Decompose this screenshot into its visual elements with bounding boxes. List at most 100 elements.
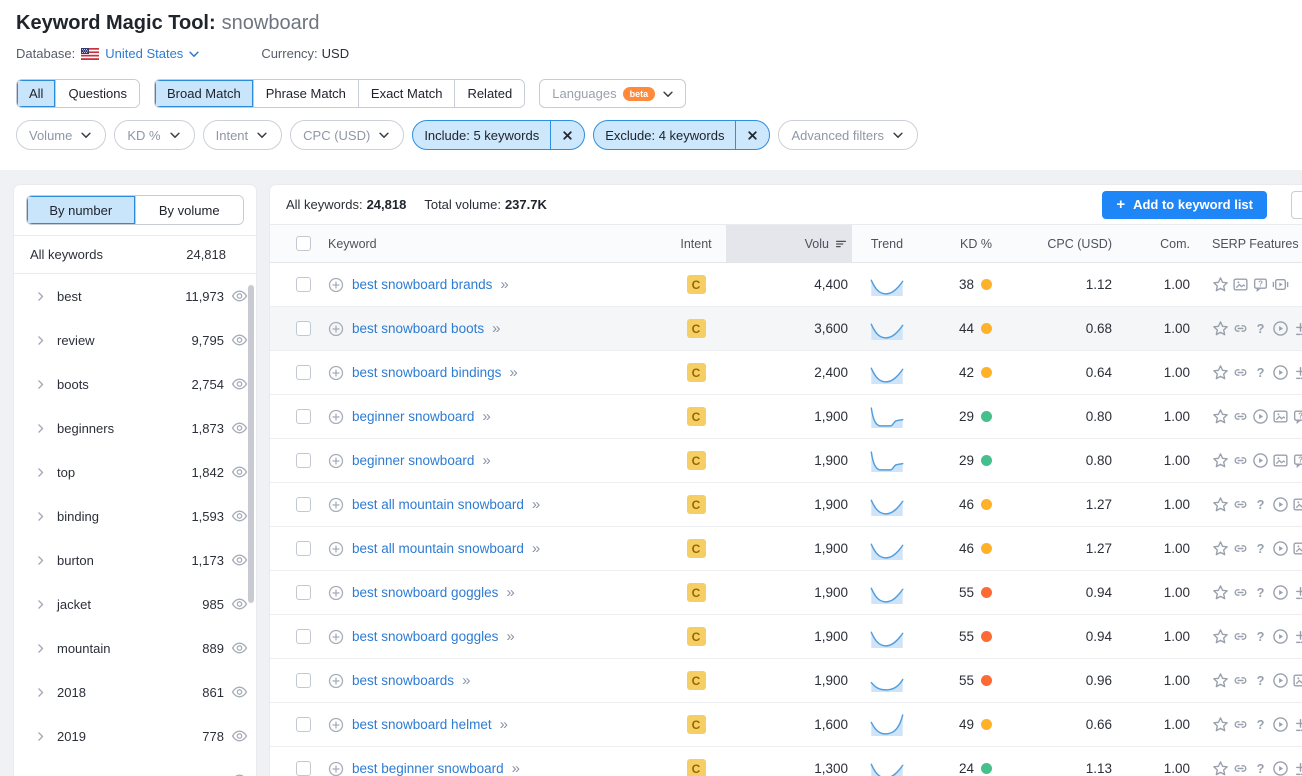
keyword-link[interactable]: best snowboard goggles [352, 585, 498, 600]
open-keyword-icon[interactable]: » [492, 321, 500, 336]
preview-eye-icon[interactable] [231, 684, 248, 700]
export-button-partial[interactable]: ⤓ [1291, 191, 1302, 219]
tab-broad-match[interactable]: Broad Match [155, 80, 254, 107]
add-keyword-icon[interactable] [328, 585, 344, 601]
keyword-link[interactable]: best snowboards [352, 673, 454, 688]
keyword-link[interactable]: beginner snowboard [352, 409, 474, 424]
languages-dropdown[interactable]: Languages beta [539, 79, 686, 108]
chevron-right-icon[interactable] [34, 686, 47, 699]
sidebar-scrollbar[interactable] [248, 285, 254, 603]
add-keyword-icon[interactable] [328, 497, 344, 513]
open-keyword-icon[interactable]: » [462, 673, 470, 688]
chevron-right-icon[interactable] [34, 422, 47, 435]
table-row[interactable]: best all mountain snowboard»C1,900461.27… [270, 483, 1302, 527]
preview-eye-icon[interactable] [231, 596, 248, 612]
column-header-keyword[interactable]: Keyword [328, 237, 377, 251]
sidebar-group-2018[interactable]: 2018861 [14, 670, 256, 714]
row-checkbox[interactable] [296, 541, 311, 556]
preview-eye-icon[interactable] [231, 640, 248, 656]
tab-all[interactable]: All [17, 80, 56, 107]
row-checkbox[interactable] [296, 673, 311, 688]
open-keyword-icon[interactable]: » [482, 453, 490, 468]
sidebar-group-burton[interactable]: burton1,173 [14, 538, 256, 582]
preview-eye-icon[interactable] [231, 376, 248, 392]
database-selector[interactable]: United States [105, 46, 201, 61]
tab-exact-match[interactable]: Exact Match [359, 80, 456, 107]
table-row[interactable]: best snowboard helmet»C1,600490.661.00 [270, 703, 1302, 747]
include-filter-remove-button[interactable] [550, 121, 584, 149]
row-checkbox[interactable] [296, 409, 311, 424]
open-keyword-icon[interactable]: » [500, 717, 508, 732]
table-row[interactable]: beginner snowboard»C1,900290.801.00 [270, 395, 1302, 439]
row-checkbox[interactable] [296, 321, 311, 336]
open-keyword-icon[interactable]: » [532, 541, 540, 556]
chevron-right-icon[interactable] [34, 598, 47, 611]
open-keyword-icon[interactable]: » [506, 585, 514, 600]
add-keyword-icon[interactable] [328, 629, 344, 645]
tab-phrase-match[interactable]: Phrase Match [254, 80, 359, 107]
open-keyword-icon[interactable]: » [509, 365, 517, 380]
table-row[interactable]: best snowboard bindings»C2,400420.641.00 [270, 351, 1302, 395]
exclude-filter-chip[interactable]: Exclude: 4 keywords [593, 120, 770, 150]
sidebar-group-best[interactable]: best11,973 [14, 274, 256, 318]
filter-dropdown-kd-[interactable]: KD % [114, 120, 194, 150]
row-checkbox[interactable] [296, 761, 311, 776]
keyword-link[interactable]: beginner snowboard [352, 453, 474, 468]
preview-eye-icon[interactable] [231, 508, 248, 524]
row-checkbox[interactable] [296, 453, 311, 468]
all-keywords-row[interactable]: All keywords 24,818 [14, 235, 256, 274]
add-keyword-icon[interactable] [328, 453, 344, 469]
add-to-keyword-list-button[interactable]: + Add to keyword list [1102, 191, 1267, 219]
row-checkbox[interactable] [296, 277, 311, 292]
table-row[interactable]: best snowboard brands»C4,400381.121.00 [270, 263, 1302, 307]
preview-eye-icon[interactable] [231, 288, 248, 304]
row-checkbox[interactable] [296, 629, 311, 644]
table-row[interactable]: best snowboards»C1,900550.961.00 [270, 659, 1302, 703]
sort-by-volume-button[interactable]: By volume [136, 196, 244, 224]
chevron-right-icon[interactable] [34, 466, 47, 479]
sidebar-group-2019[interactable]: 2019778 [14, 714, 256, 758]
table-row[interactable]: best snowboard goggles»C1,900550.941.00 [270, 615, 1302, 659]
open-keyword-icon[interactable]: » [512, 761, 520, 776]
row-checkbox[interactable] [296, 365, 311, 380]
tab-questions[interactable]: Questions [56, 80, 139, 107]
filter-dropdown-intent[interactable]: Intent [203, 120, 283, 150]
exclude-filter-remove-button[interactable] [735, 121, 769, 149]
column-header-trend[interactable]: Trend [852, 225, 922, 262]
row-checkbox[interactable] [296, 497, 311, 512]
column-header-cpc[interactable]: CPC (USD) [1047, 237, 1112, 251]
add-keyword-icon[interactable] [328, 409, 344, 425]
open-keyword-icon[interactable]: » [506, 629, 514, 644]
keyword-link[interactable]: best beginner snowboard [352, 761, 504, 776]
preview-eye-icon[interactable] [231, 420, 248, 436]
keyword-link[interactable]: best all mountain snowboard [352, 541, 524, 556]
add-keyword-icon[interactable] [328, 541, 344, 557]
keyword-link[interactable]: best snowboard goggles [352, 629, 498, 644]
sidebar-group-review[interactable]: review9,795 [14, 318, 256, 362]
keyword-link[interactable]: best snowboard helmet [352, 717, 492, 732]
add-keyword-icon[interactable] [328, 365, 344, 381]
chevron-right-icon[interactable] [34, 290, 47, 303]
filter-dropdown-cpc-usd-[interactable]: CPC (USD) [290, 120, 404, 150]
row-checkbox[interactable] [296, 717, 311, 732]
chevron-right-icon[interactable] [34, 510, 47, 523]
row-checkbox[interactable] [296, 585, 311, 600]
preview-eye-icon[interactable] [231, 728, 248, 744]
column-header-com[interactable]: Com. [1160, 237, 1190, 251]
chevron-right-icon[interactable] [34, 730, 47, 743]
column-header-volume[interactable]: Volu [726, 225, 852, 262]
add-keyword-icon[interactable] [328, 761, 344, 776]
column-header-kd[interactable]: KD % [960, 237, 992, 251]
keyword-link[interactable]: best snowboard brands [352, 277, 492, 292]
sidebar-group-jacket[interactable]: jacket985 [14, 582, 256, 626]
chevron-right-icon[interactable] [34, 334, 47, 347]
chevron-right-icon[interactable] [34, 642, 47, 655]
table-row[interactable]: best beginner snowboard»C1,300241.131.00 [270, 747, 1302, 776]
preview-eye-icon[interactable] [231, 332, 248, 348]
sidebar-group-men[interactable]: men674 [14, 758, 256, 776]
open-keyword-icon[interactable]: » [500, 277, 508, 292]
keyword-link[interactable]: best snowboard bindings [352, 365, 501, 380]
preview-eye-icon[interactable] [231, 552, 248, 568]
select-all-checkbox[interactable] [296, 236, 311, 251]
add-keyword-icon[interactable] [328, 277, 344, 293]
